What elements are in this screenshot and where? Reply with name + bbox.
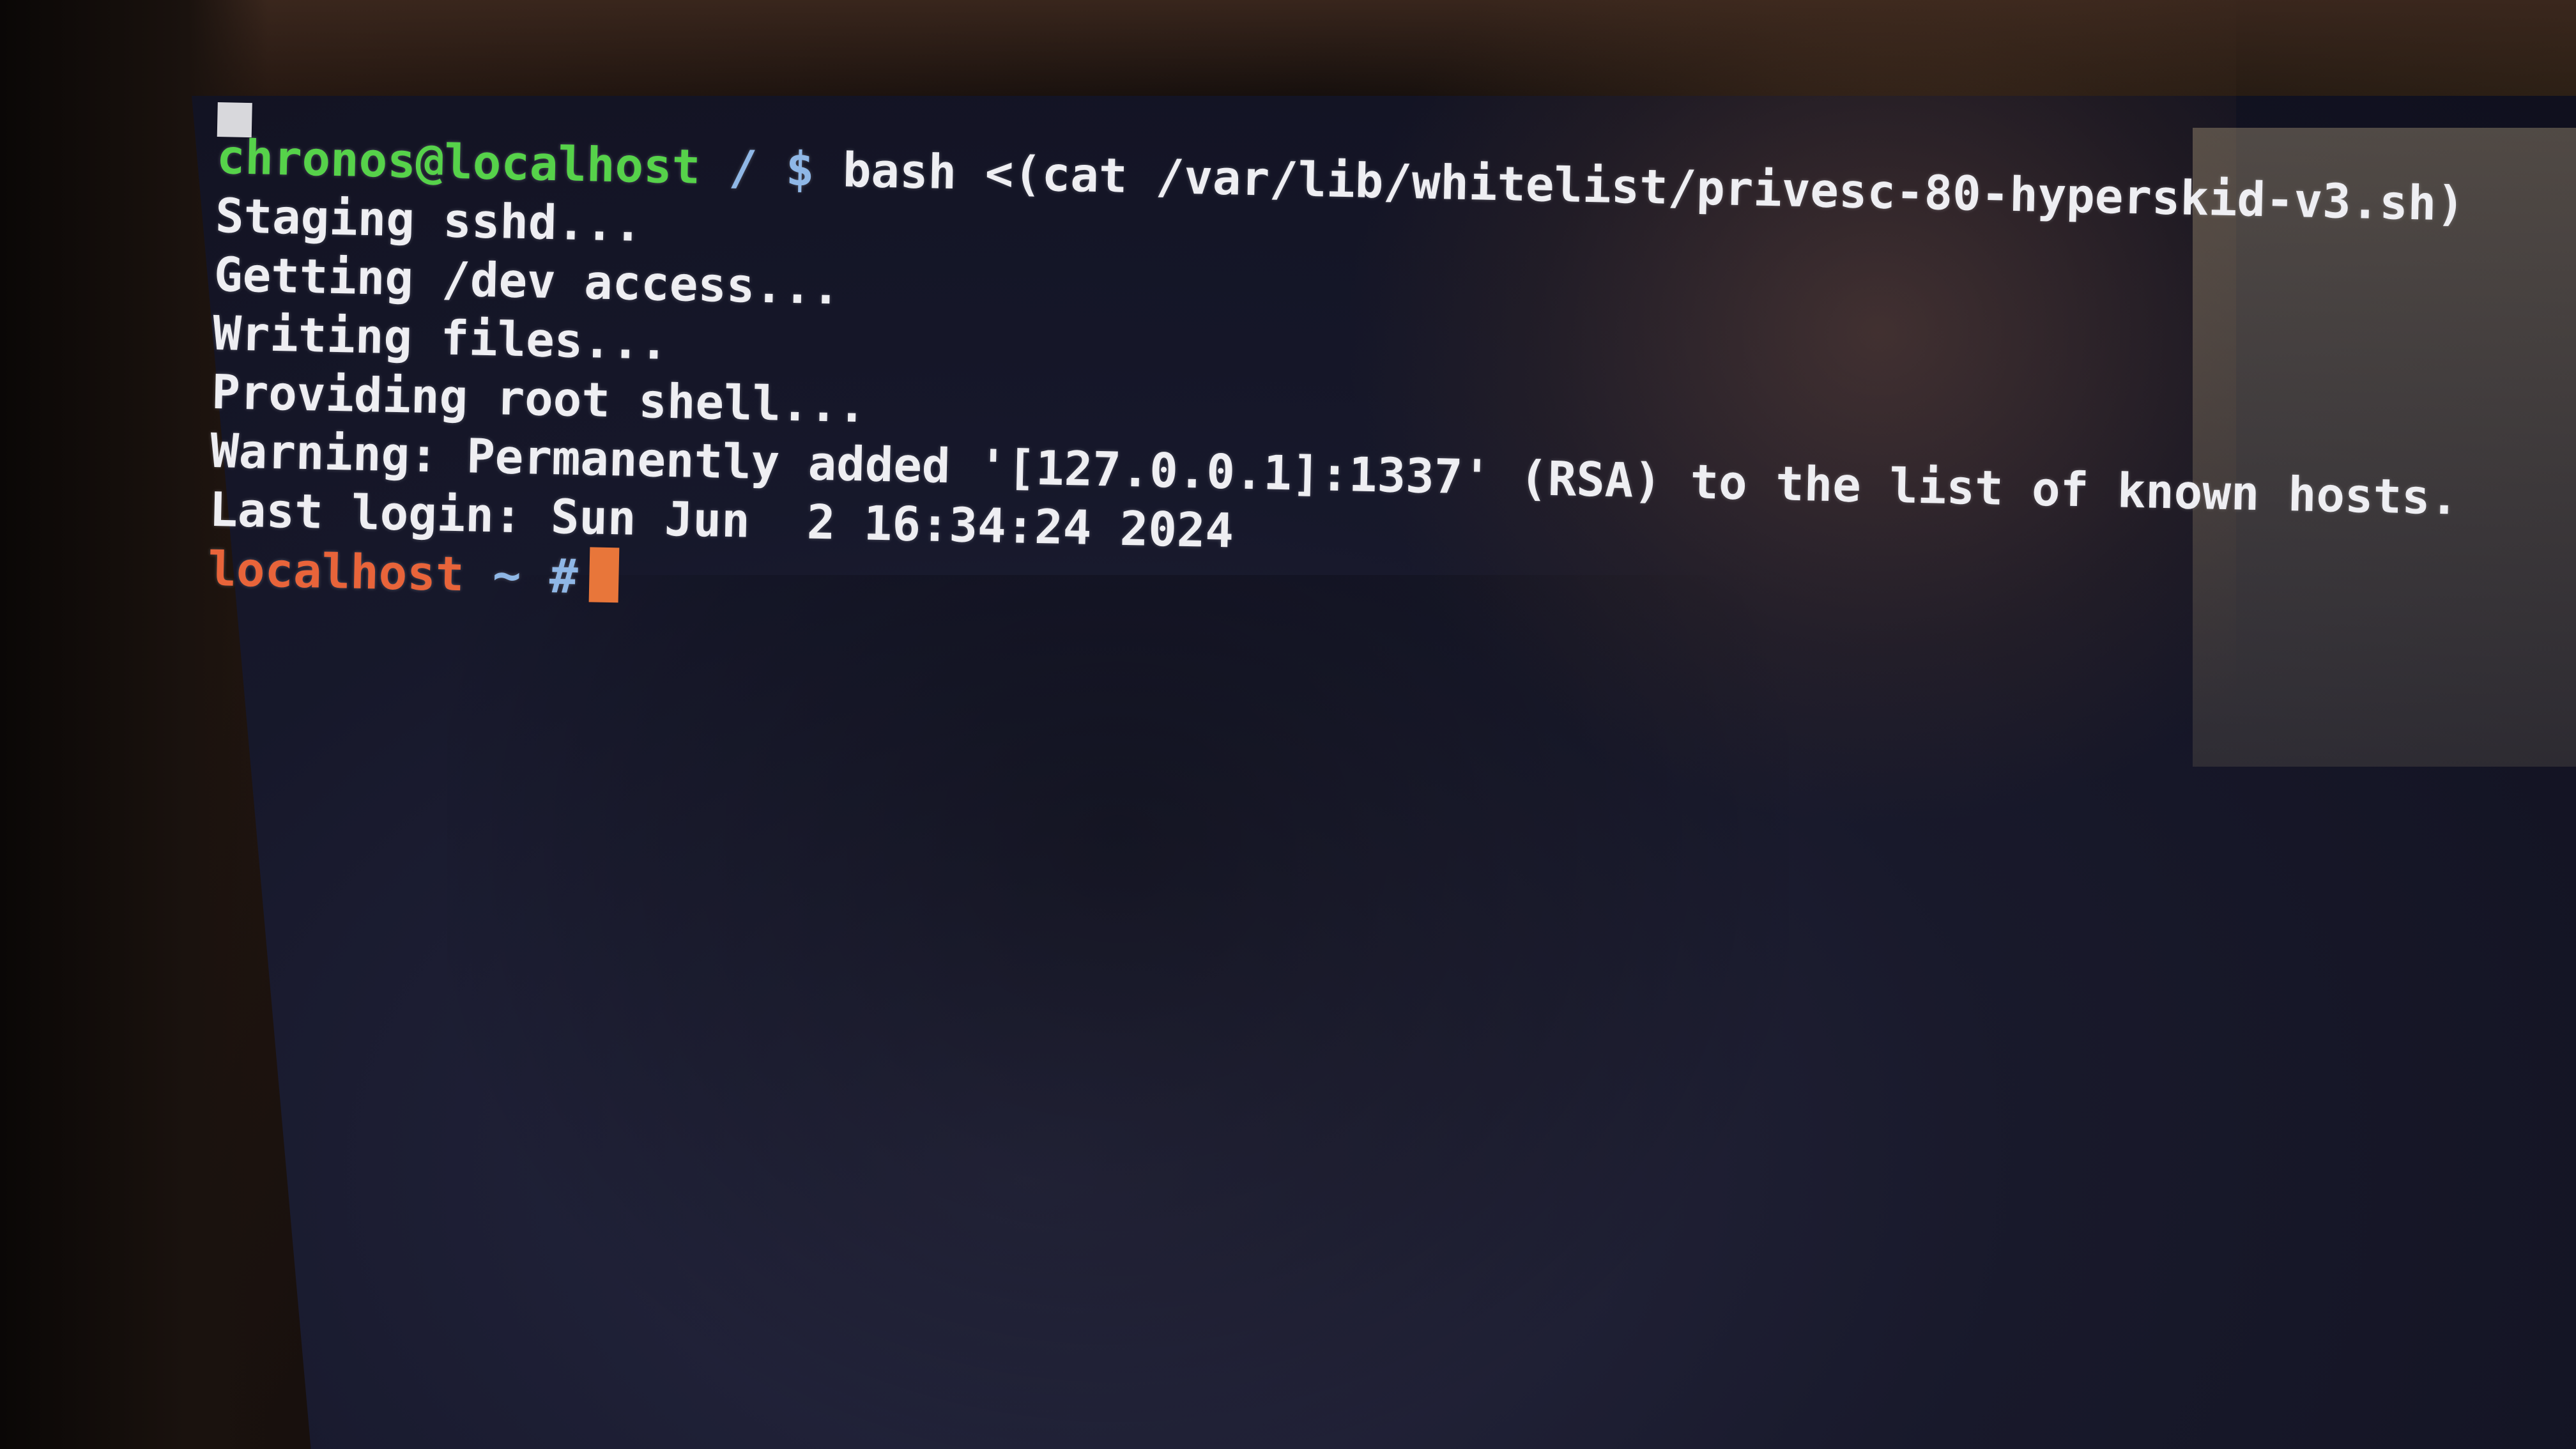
root-prompt-path: ~ [492,548,522,604]
terminal-window[interactable]: chronos@localhost / $ bash <(cat /var/li… [207,102,2465,644]
root-prompt-host: localhost [207,541,465,602]
top-glare [0,0,2576,102]
root-prompt-symbol: # [549,549,579,604]
photo-scene: chronos@localhost / $ bash <(cat /var/li… [0,0,2576,1449]
prompt-path: / [728,140,758,196]
prompt-symbol: $ [785,141,815,197]
text-cursor [588,547,620,603]
prompt-user-host: chronos@localhost [216,129,702,195]
scroll-indicator [217,102,252,138]
